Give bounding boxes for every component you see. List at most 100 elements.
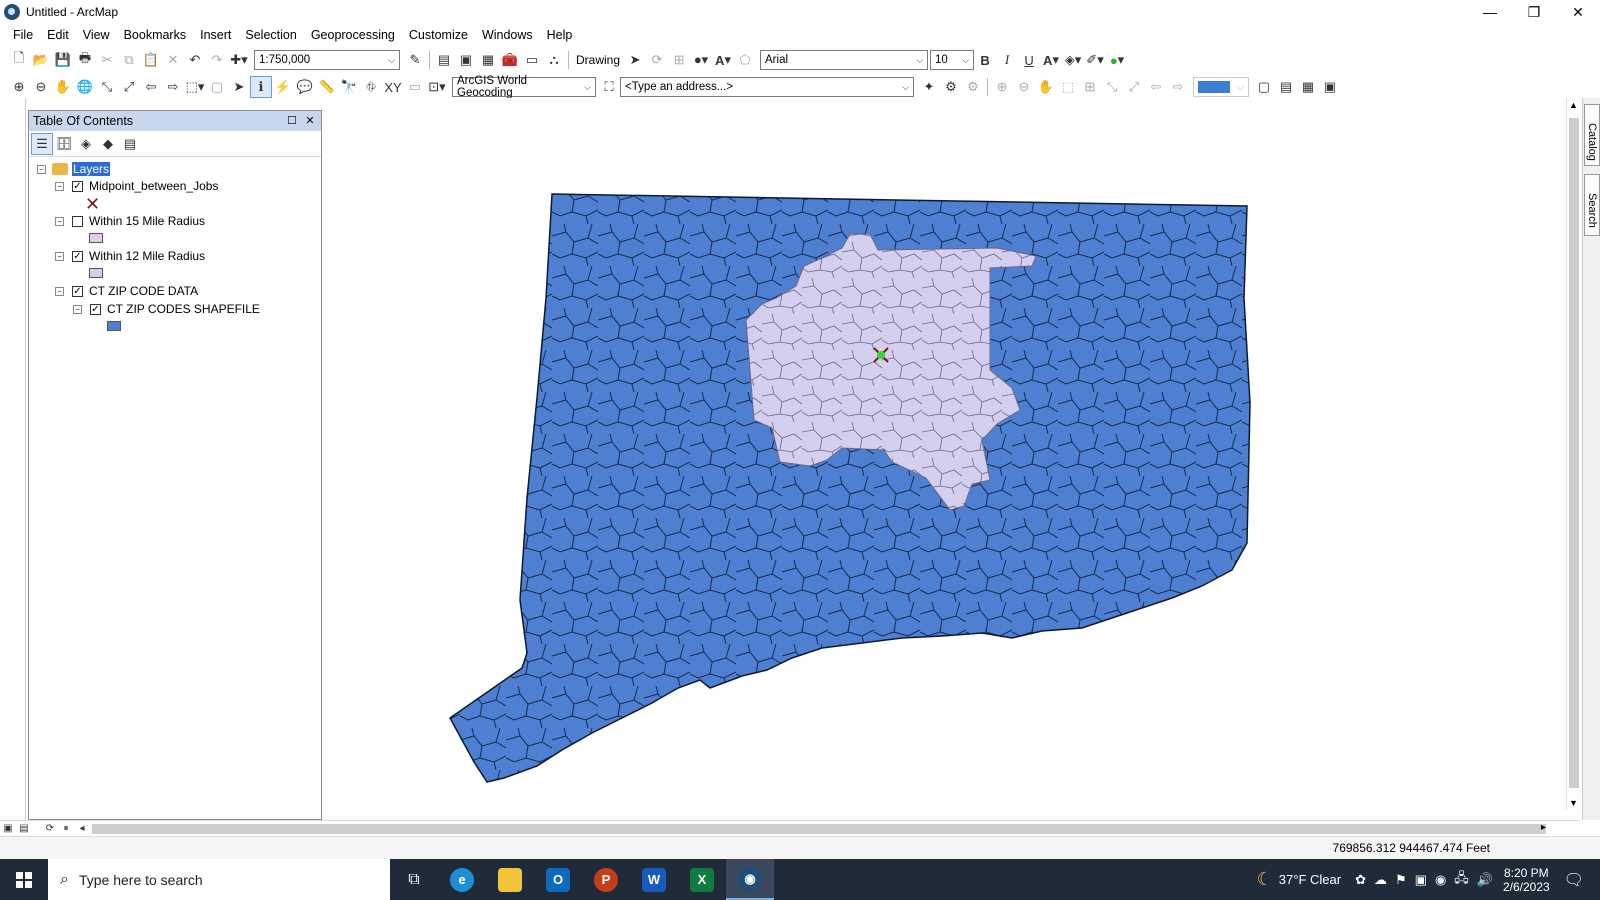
menu-customize[interactable]: Customize <box>402 28 475 42</box>
taskbar-word[interactable]: W <box>630 859 678 900</box>
layer-checkbox[interactable]: ✓ <box>72 180 83 192</box>
map-horizontal-scrollbar[interactable]: ▣ ▤ ⟳ ⏸ ◂ ▸ <box>0 820 1580 836</box>
menu-bookmarks[interactable]: Bookmarks <box>117 28 194 42</box>
taskbar-file-explorer[interactable] <box>486 859 534 900</box>
menu-geoprocessing[interactable]: Geoprocessing <box>304 28 402 42</box>
taskbar-arcmap[interactable]: ◉ <box>726 859 774 900</box>
focus-data-frame-icon[interactable]: ▤ <box>1275 76 1297 98</box>
cut-icon[interactable]: ✂ <box>96 49 118 71</box>
search-window-icon[interactable]: ▦ <box>477 49 499 71</box>
menu-insert[interactable]: Insert <box>193 28 238 42</box>
menu-edit[interactable]: Edit <box>40 28 76 42</box>
toc-group-ct-zip-data[interactable]: − ✓ CT ZIP CODE DATA <box>55 284 198 298</box>
go-to-xy-icon[interactable]: XY <box>382 76 404 98</box>
underline-button[interactable]: U <box>1018 49 1040 71</box>
zoom-in-icon[interactable]: ⊕ <box>8 76 30 98</box>
layout-zoom-out-icon[interactable]: ⊖ <box>1013 76 1035 98</box>
menu-windows[interactable]: Windows <box>475 28 540 42</box>
geocode-address-icon[interactable]: ⛶ <box>598 76 620 98</box>
options-icon[interactable]: ▤ <box>119 133 141 155</box>
rotate-icon[interactable]: ⟳ <box>646 49 668 71</box>
hyperlink-icon[interactable]: ⚡ <box>272 76 294 98</box>
layout-zoom-combo[interactable]: ⌵ <box>1193 77 1249 97</box>
taskbar-powerpoint[interactable]: P <box>582 859 630 900</box>
geocoder-combo[interactable]: ArcGIS World Geocoding ⌵ <box>452 75 596 99</box>
volume-icon[interactable]: 🔊 <box>1477 872 1493 888</box>
fixed-zoom-out-layout-icon[interactable]: ⤢ <box>1123 76 1145 98</box>
font-size-combo[interactable]: 10 ⌵ <box>930 50 975 70</box>
taskbar-search-box[interactable]: ⌕ Type here to search <box>48 859 390 900</box>
tray-app-icon[interactable]: ▣ <box>1415 872 1427 888</box>
map-vertical-scrollbar[interactable]: ▲ ▼ <box>1566 98 1580 810</box>
notifications-icon[interactable]: 🗨 <box>1564 870 1584 890</box>
scroll-thumb[interactable] <box>1569 118 1579 788</box>
select-elements-icon[interactable]: ➤ <box>228 76 250 98</box>
fixed-zoom-in-layout-icon[interactable]: ⤡ <box>1101 76 1123 98</box>
undo-icon[interactable]: ↶ <box>184 49 206 71</box>
redo-icon[interactable]: ↷ <box>206 49 228 71</box>
chevron-right-icon[interactable]: ▸ <box>1541 822 1546 833</box>
pause-drawing-icon[interactable]: ⏸ <box>58 822 74 836</box>
save-icon[interactable]: 💾 <box>52 49 74 71</box>
find-icon[interactable]: 🔭 <box>338 76 360 98</box>
back-extent-icon[interactable]: ⇦ <box>140 76 162 98</box>
layer-checkbox[interactable] <box>72 215 83 227</box>
toc-layer-midpoint[interactable]: − ✓ Midpoint_between_Jobs <box>55 179 218 193</box>
chevron-left-icon[interactable]: ◂ <box>74 822 90 836</box>
find-route-icon[interactable]: ⛗ <box>360 76 382 98</box>
tray-app-icon[interactable]: ◉ <box>1435 872 1446 888</box>
list-by-visibility-icon[interactable]: ◈ <box>75 133 97 155</box>
network-icon[interactable]: 🖧 <box>1454 869 1469 891</box>
edit-vertices-icon[interactable]: ⬠ <box>734 49 756 71</box>
collapse-icon[interactable]: − <box>37 164 46 174</box>
task-view-button[interactable]: ⧉ <box>390 859 438 900</box>
scroll-thumb[interactable] <box>92 824 1546 834</box>
html-popup-icon[interactable]: 💬 <box>294 76 316 98</box>
measure-icon[interactable]: 📏 <box>316 76 338 98</box>
add-data-icon[interactable]: ✚▾ <box>228 49 250 71</box>
zoom-to-selected-elements-icon[interactable]: ⊞ <box>668 49 690 71</box>
menu-selection[interactable]: Selection <box>238 28 303 42</box>
copy-icon[interactable]: ⧉ <box>118 49 140 71</box>
new-document-icon[interactable]: 🗋 <box>8 49 30 71</box>
open-folder-icon[interactable]: 📂 <box>30 49 52 71</box>
tray-app-icon[interactable]: ⚑ <box>1395 872 1407 888</box>
list-by-selection-icon[interactable]: ◆ <box>97 133 119 155</box>
layer-checkbox[interactable]: ✓ <box>72 285 83 297</box>
menu-view[interactable]: View <box>76 28 117 42</box>
collapse-icon[interactable]: − <box>55 251 64 261</box>
zoom-whole-page-icon[interactable]: ⬚ <box>1057 76 1079 98</box>
toc-layer-ct-zip-shapefile[interactable]: − ✓ CT ZIP CODES SHAPEFILE <box>73 302 260 316</box>
arctoolbox-icon[interactable]: 🧰 <box>499 49 521 71</box>
list-by-drawing-order-icon[interactable]: ☰ <box>31 132 53 155</box>
paste-icon[interactable]: 📋 <box>140 49 162 71</box>
pan-icon[interactable]: ✋ <box>52 76 74 98</box>
marker-color-icon[interactable]: ● ▾ <box>1106 49 1128 71</box>
restore-button[interactable]: ❐ <box>1512 0 1556 24</box>
delete-icon[interactable]: ✕ <box>162 49 184 71</box>
print-icon[interactable]: 🖶 <box>74 49 96 71</box>
catalog-window-icon[interactable]: ▣ <box>455 49 477 71</box>
forward-extent-icon[interactable]: ⇨ <box>162 76 184 98</box>
layout-zoom-in-icon[interactable]: ⊕ <box>991 76 1013 98</box>
layer-checkbox[interactable]: ✓ <box>90 303 101 315</box>
collapse-icon[interactable]: − <box>55 286 64 296</box>
line-color-icon[interactable]: ✐▾ <box>1084 49 1106 71</box>
minimize-button[interactable]: — <box>1468 0 1512 24</box>
clear-selection-icon[interactable]: ▢ <box>206 76 228 98</box>
fixed-zoom-in-icon[interactable]: ⤡ <box>96 76 118 98</box>
editor-toolbar-icon[interactable]: ✎ <box>404 49 426 71</box>
list-by-source-icon[interactable]: 🗄 <box>53 133 75 155</box>
onedrive-icon[interactable]: ☁ <box>1374 872 1387 888</box>
collapse-icon[interactable]: − <box>73 304 82 314</box>
address-input[interactable]: <Type an address...> ⌵ <box>620 77 914 97</box>
font-color-icon[interactable]: A ▾ <box>1040 49 1062 71</box>
search-tab[interactable]: Search <box>1584 174 1600 236</box>
data-view-icon[interactable]: ▣ <box>0 822 16 836</box>
clock[interactable]: 8:20 PM 2/6/2023 <box>1503 866 1550 894</box>
fixed-zoom-out-icon[interactable]: ⤢ <box>118 76 140 98</box>
font-name-combo[interactable]: Arial ⌵ <box>760 50 929 70</box>
new-marker-icon[interactable]: ●▾ <box>690 49 712 71</box>
close-button[interactable]: ✕ <box>1556 0 1600 24</box>
refresh-icon[interactable]: ⟳ <box>42 822 58 836</box>
